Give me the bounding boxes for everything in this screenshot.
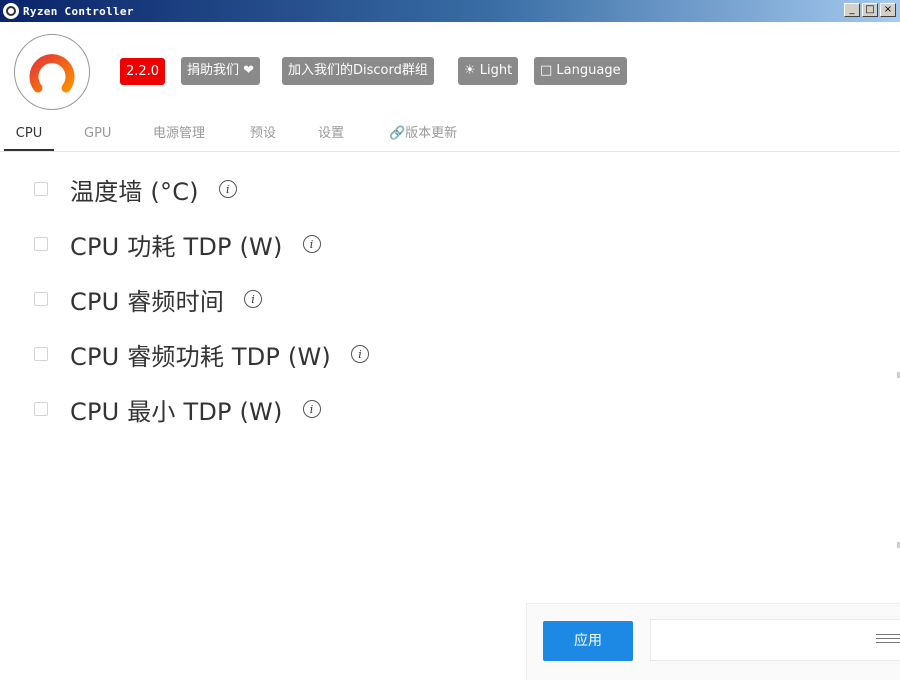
cpu-tdp-checkbox[interactable]: [34, 237, 48, 251]
info-icon[interactable]: i: [302, 235, 321, 253]
donate-button[interactable]: 捐助我们 ❤: [181, 57, 261, 85]
temperature-checkbox[interactable]: [34, 182, 48, 196]
command-output-field[interactable]: [650, 619, 900, 661]
language-button[interactable]: □ Language: [534, 57, 627, 85]
window-controls: _ □ ×: [844, 3, 896, 17]
ryzen-logo-icon: [29, 54, 75, 93]
setting-row-temperature: 温度墙 (°C) i: [34, 174, 237, 206]
tab-gpu[interactable]: GPU: [84, 120, 111, 151]
tab-cpu[interactable]: CPU: [4, 120, 54, 151]
window-title: Ryzen Controller: [23, 4, 134, 18]
close-button[interactable]: ×: [880, 3, 896, 17]
theme-toggle-button[interactable]: ☀ Light: [458, 57, 519, 85]
setting-label: CPU 睿频功耗 TDP (W): [70, 342, 331, 371]
tab-version-update[interactable]: 🔗版本更新: [389, 120, 457, 151]
setting-row-min-tdp: CPU 最小 TDP (W) i: [34, 394, 321, 426]
apply-button[interactable]: 应用: [543, 621, 633, 661]
setting-label: CPU 功耗 TDP (W): [70, 232, 283, 261]
menu-lines-icon[interactable]: [876, 634, 900, 646]
app-logo: [14, 34, 90, 110]
tab-presets[interactable]: 预设: [250, 120, 276, 151]
setting-label: CPU 最小 TDP (W): [70, 397, 283, 426]
maximize-button[interactable]: □: [862, 3, 878, 17]
tab-power-management[interactable]: 电源管理: [153, 120, 205, 151]
title-bar[interactable]: Ryzen Controller _ □ ×: [0, 0, 900, 22]
setting-row-boost-tdp: CPU 睿频功耗 TDP (W) i: [34, 339, 369, 371]
app-icon: [3, 3, 19, 19]
tab-settings[interactable]: 设置: [318, 120, 344, 151]
boost-time-checkbox[interactable]: [34, 292, 48, 306]
info-icon[interactable]: i: [350, 345, 369, 363]
discord-button[interactable]: 加入我们的Discord群组: [282, 57, 434, 85]
version-badge: 2.2.0: [120, 58, 166, 85]
min-tdp-checkbox[interactable]: [34, 402, 48, 416]
boost-tdp-checkbox[interactable]: [34, 347, 48, 361]
info-icon[interactable]: i: [302, 400, 321, 418]
minimize-button[interactable]: _: [844, 3, 860, 17]
info-icon[interactable]: i: [218, 180, 237, 198]
tab-bar: CPU GPU 电源管理 预设 设置 🔗版本更新: [0, 120, 900, 152]
setting-row-cpu-tdp: CPU 功耗 TDP (W) i: [34, 229, 321, 261]
setting-label: 温度墙 (°C): [70, 177, 199, 206]
info-icon[interactable]: i: [244, 290, 263, 308]
setting-row-boost-time: CPU 睿频时间 i: [34, 284, 263, 316]
setting-label: CPU 睿频时间: [70, 287, 225, 316]
